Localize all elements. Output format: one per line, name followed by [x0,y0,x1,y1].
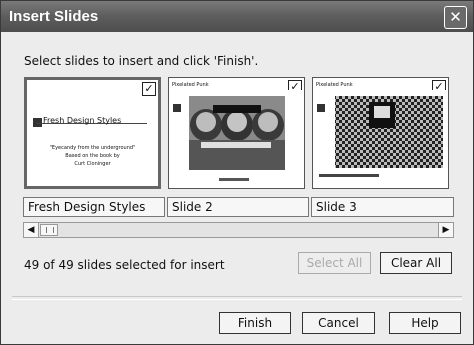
slide-1-preview-body-2: Curt Cloninger [74,161,111,167]
slide-1-preview-title: Fresh Design Styles [43,116,122,125]
separator [12,296,462,300]
slide-1-preview-subtitle: "Eyecandy from the underground" [49,145,136,151]
scroll-right-button[interactable]: ▶ [438,223,453,237]
slide-thumbnail-2[interactable]: ✓ Pixelated Punk [168,77,305,189]
arrow-left-icon: ◀ [27,225,35,235]
select-all-button[interactable]: Select All [298,252,371,274]
selection-status: 49 of 49 slides selected for insert [24,258,225,272]
instruction-text: Select slides to insert and click 'Finis… [24,54,259,68]
slide-label-1: Fresh Design Styles [23,197,165,217]
slide-2-preview-image [171,90,302,186]
clear-all-button[interactable]: Clear All [380,252,452,274]
dialog-title: Insert Slides [9,8,99,25]
finish-button[interactable]: Finish [219,312,291,334]
help-button[interactable]: Help [389,312,461,334]
horizontal-scrollbar[interactable]: ◀ ▶ [23,222,454,238]
slide-thumbnail-1[interactable]: ✓ Fresh Design Styles "Eyecandy from the… [24,77,161,189]
close-icon: ✕ [449,8,462,26]
slide-label-2: Slide 2 [167,197,309,217]
title-bar: Insert Slides ✕ [1,1,473,32]
insert-slides-dialog: Insert Slides ✕ Select slides to insert … [0,0,474,345]
slide-1-preview-body-1: Based on the book by [65,153,120,159]
scrollbar-grip-icon [46,227,54,233]
slide-1-preview-text: "Eyecandy from the underground" Based on… [27,144,158,168]
scroll-left-button[interactable]: ◀ [24,223,39,237]
slide-3-preview-image [315,90,446,186]
close-button[interactable]: ✕ [444,6,467,29]
slide-label-3: Slide 3 [311,197,454,217]
scrollbar-thumb[interactable] [40,224,58,236]
slide-2-header: Pixelated Punk [172,82,209,88]
arrow-right-icon: ▶ [442,225,450,235]
slide-thumbnail-3[interactable]: ✓ Pixelated Punk [312,77,449,189]
slide-1-checkbox[interactable]: ✓ [142,82,156,96]
cancel-button[interactable]: Cancel [302,312,375,334]
checkmark-icon: ✓ [144,82,154,95]
slide-3-header: Pixelated Punk [316,82,353,88]
